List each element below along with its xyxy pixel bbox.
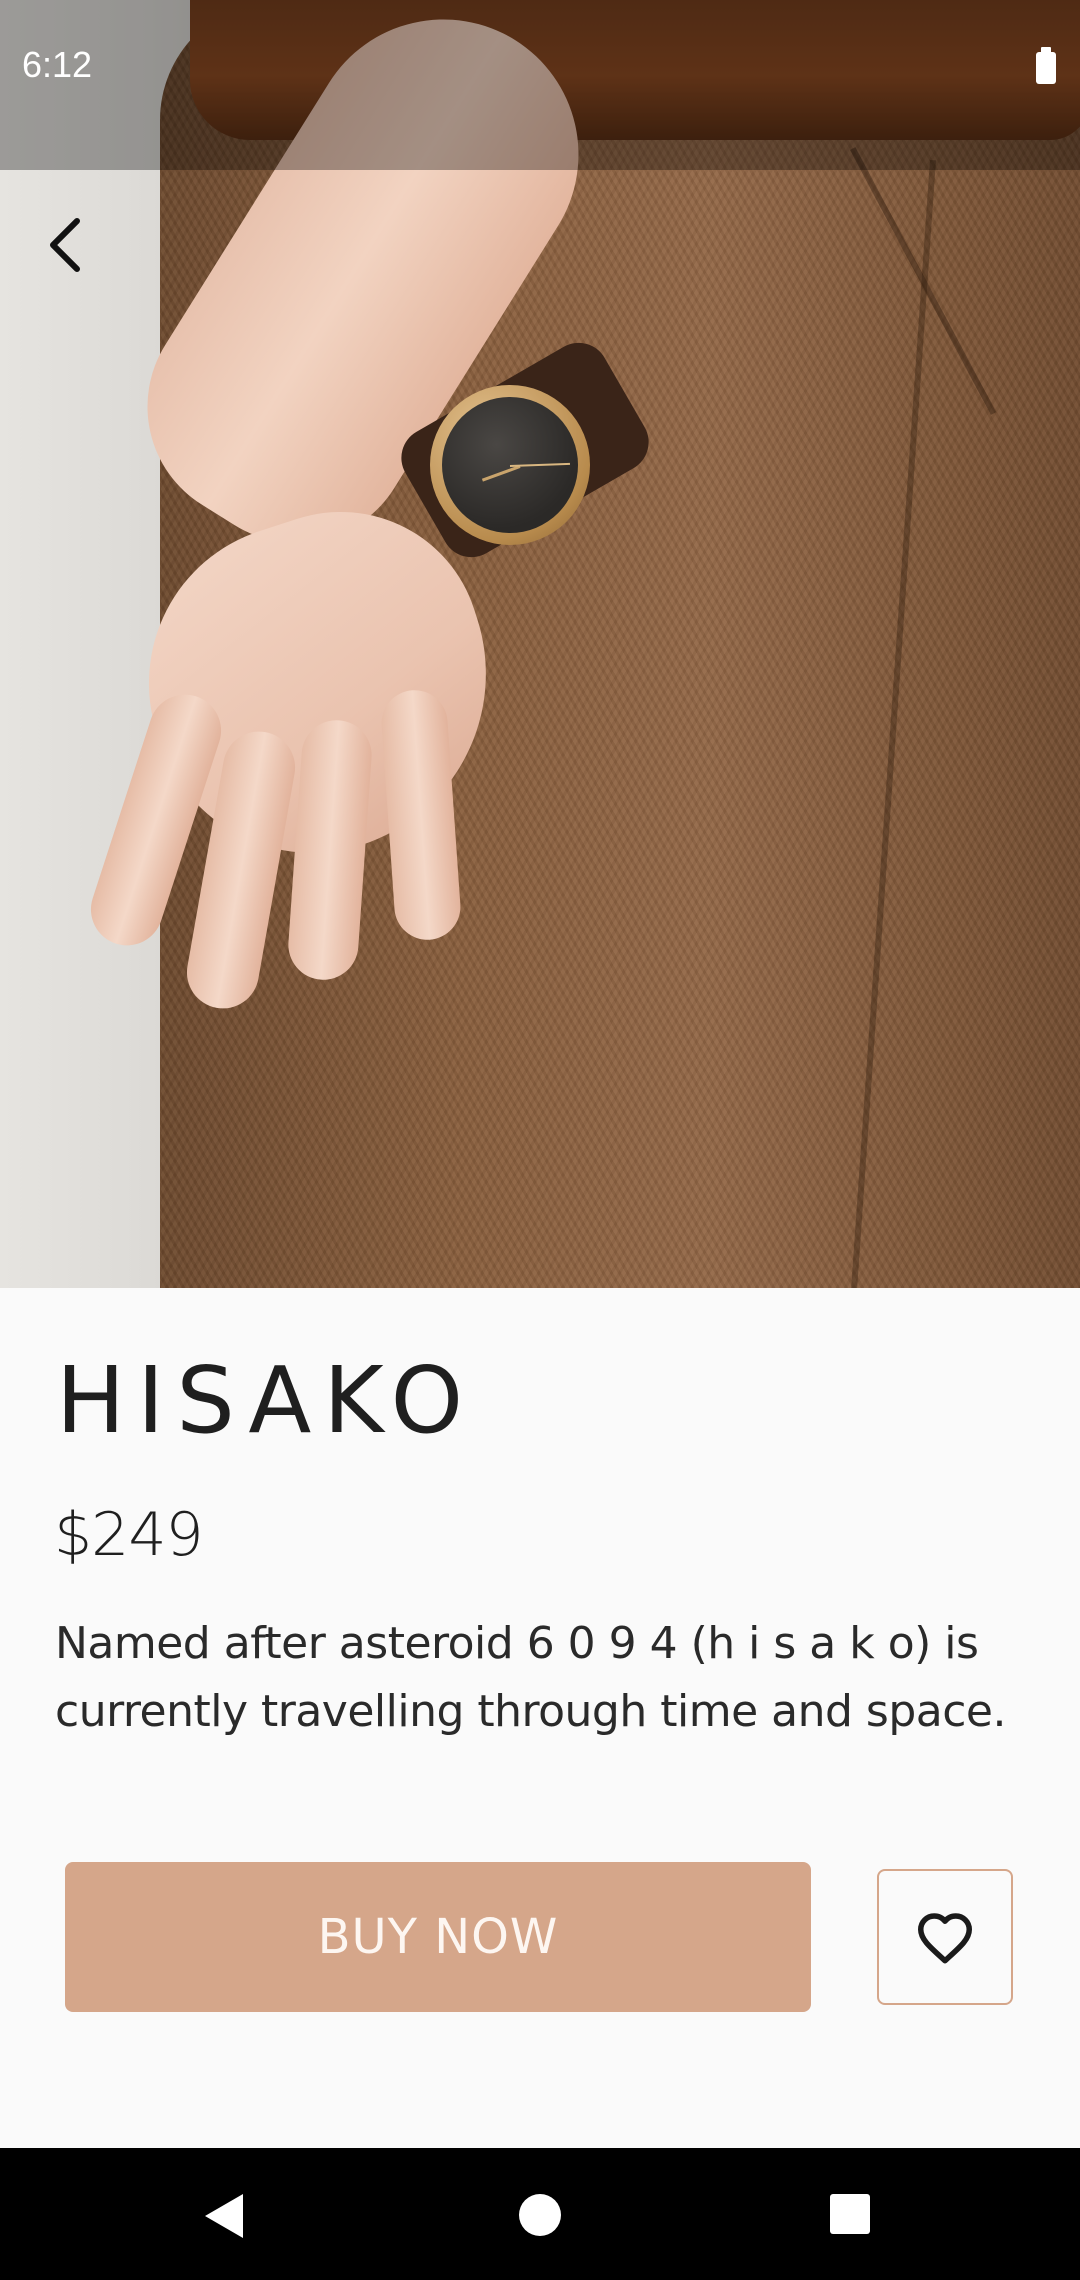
buy-now-button[interactable]: BUY NOW [65, 1862, 811, 2012]
product-title: HISAKO [56, 1347, 476, 1454]
navigation-bar [0, 2148, 1080, 2280]
product-price: $249 [54, 1500, 204, 1570]
status-time: 6:12 [22, 44, 93, 85]
product-hero-image [0, 0, 1080, 1288]
triangle-back-icon[interactable] [205, 2194, 243, 2238]
back-button[interactable] [20, 200, 110, 290]
square-recents-icon[interactable] [830, 2194, 870, 2234]
favorite-button[interactable] [877, 1869, 1013, 2005]
product-detail-screen: 6:12 HISAKO $249 Named after asteroid 6 … [0, 0, 1080, 2280]
chevron-left-icon [50, 218, 80, 272]
heart-outline-icon [918, 1913, 972, 1964]
circle-home-icon[interactable] [519, 2194, 561, 2236]
status-bar: 6:12 [0, 0, 1080, 170]
buy-now-label: BUY NOW [317, 1909, 559, 1965]
product-description: Named after asteroid 6 0 9 4 (h i s a k … [55, 1618, 1006, 1737]
battery-full-icon [1036, 47, 1056, 84]
